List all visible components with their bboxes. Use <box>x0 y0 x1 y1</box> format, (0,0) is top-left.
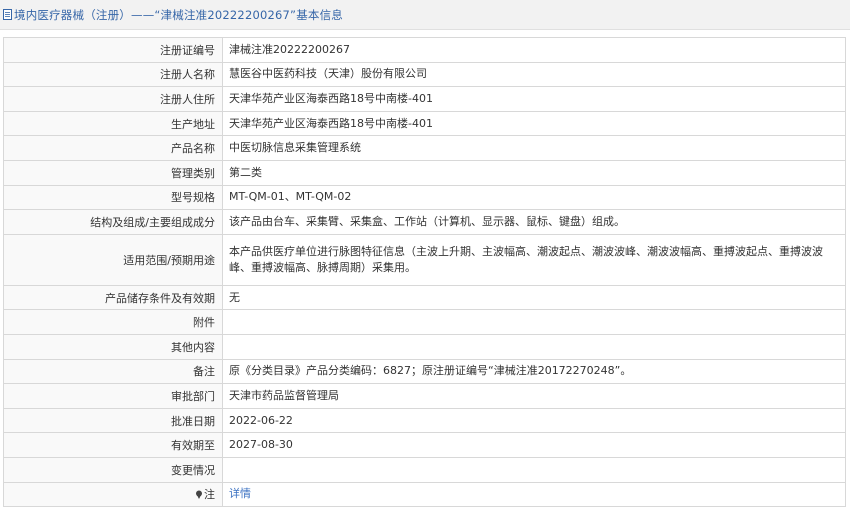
document-icon <box>3 9 12 20</box>
row-value: 天津市药品监督管理局 <box>222 383 846 409</box>
table-row: 注 详情 <box>3 481 846 507</box>
row-label: 注册人住所 <box>3 86 223 112</box>
row-value: 无 <box>222 284 846 311</box>
row-label: 产品储存条件及有效期 <box>3 284 223 311</box>
table-row: 其他内容 <box>3 333 846 360</box>
row-value: 天津华苑产业区海泰西路18号中南楼-401 <box>222 110 846 137</box>
row-value: 本产品供医疗单位进行脉图特征信息（主波上升期、主波幅高、潮波起点、潮波波峰、潮波… <box>222 233 846 286</box>
table-row: 适用范围/预期用途 本产品供医疗单位进行脉图特征信息（主波上升期、主波幅高、潮波… <box>3 233 846 286</box>
table-row: 型号规格 MT-QM-01、MT-QM-02 <box>3 184 846 211</box>
table-row: 备注 原《分类目录》产品分类编码：6827；原注册证编号“津械注准2017227… <box>3 358 846 385</box>
table-row: 有效期至 2027-08-30 <box>3 432 846 458</box>
detail-link[interactable]: 详情 <box>229 487 251 500</box>
row-label: 变更情况 <box>3 456 223 483</box>
row-value: 天津华苑产业区海泰西路18号中南楼-401 <box>222 86 846 112</box>
table-row: 管理类别 第二类 <box>3 159 846 186</box>
note-label: 注 <box>204 488 215 502</box>
table-row: 注册人住所 天津华苑产业区海泰西路18号中南楼-401 <box>3 86 846 112</box>
row-label: 其他内容 <box>3 333 223 360</box>
row-value: 该产品由台车、采集臂、采集盒、工作站（计算机、显示器、鼠标、键盘）组成。 <box>222 209 846 235</box>
row-label: 产品名称 <box>3 135 223 161</box>
table-row: 注册人名称 慧医谷中医药科技（天津）股份有限公司 <box>3 61 846 88</box>
row-label: 附件 <box>3 309 223 335</box>
row-label: 注册人名称 <box>3 61 223 88</box>
table-row: 批准日期 2022-06-22 <box>3 407 846 434</box>
table-row: 结构及组成/主要组成成分 该产品由台车、采集臂、采集盒、工作站（计算机、显示器、… <box>3 209 846 235</box>
page-header: 境内医疗器械（注册）——“津械注准20222200267”基本信息 <box>0 0 850 30</box>
row-value: 第二类 <box>222 159 846 186</box>
row-label: 型号规格 <box>3 184 223 211</box>
row-value: 津械注准20222200267 <box>222 37 846 63</box>
page-title: 境内医疗器械（注册）——“津械注准20222200267”基本信息 <box>14 7 343 22</box>
row-value: 慧医谷中医药科技（天津）股份有限公司 <box>222 61 846 88</box>
table-row: 注册证编号 津械注准20222200267 <box>3 37 846 63</box>
row-label: 审批部门 <box>3 383 223 409</box>
row-label: 生产地址 <box>3 110 223 137</box>
table-row: 附件 <box>3 309 846 335</box>
row-label: 结构及组成/主要组成成分 <box>3 209 223 235</box>
info-table: 注册证编号 津械注准20222200267 注册人名称 慧医谷中医药科技（天津）… <box>3 37 846 507</box>
row-label: 适用范围/预期用途 <box>3 233 223 286</box>
row-value: 中医切脉信息采集管理系统 <box>222 135 846 161</box>
table-row: 产品名称 中医切脉信息采集管理系统 <box>3 135 846 161</box>
row-label: 注册证编号 <box>3 37 223 63</box>
row-label-note: 注 <box>3 481 223 507</box>
row-value: 详情 <box>222 481 846 507</box>
table-row: 产品储存条件及有效期 无 <box>3 284 846 311</box>
table-row: 生产地址 天津华苑产业区海泰西路18号中南楼-401 <box>3 110 846 137</box>
row-value: MT-QM-01、MT-QM-02 <box>222 184 846 211</box>
row-value <box>222 309 846 335</box>
pin-icon <box>196 490 202 500</box>
row-value <box>222 333 846 360</box>
row-label: 备注 <box>3 358 223 385</box>
row-label: 有效期至 <box>3 432 223 458</box>
row-value <box>222 456 846 483</box>
table-row: 审批部门 天津市药品监督管理局 <box>3 383 846 409</box>
row-label: 批准日期 <box>3 407 223 434</box>
row-label: 管理类别 <box>3 159 223 186</box>
table-row: 变更情况 <box>3 456 846 483</box>
info-table-container: 注册证编号 津械注准20222200267 注册人名称 慧医谷中医药科技（天津）… <box>3 37 846 507</box>
row-value: 2027-08-30 <box>222 432 846 458</box>
row-value: 2022-06-22 <box>222 407 846 434</box>
row-value: 原《分类目录》产品分类编码：6827；原注册证编号“津械注准2017227024… <box>222 358 846 385</box>
